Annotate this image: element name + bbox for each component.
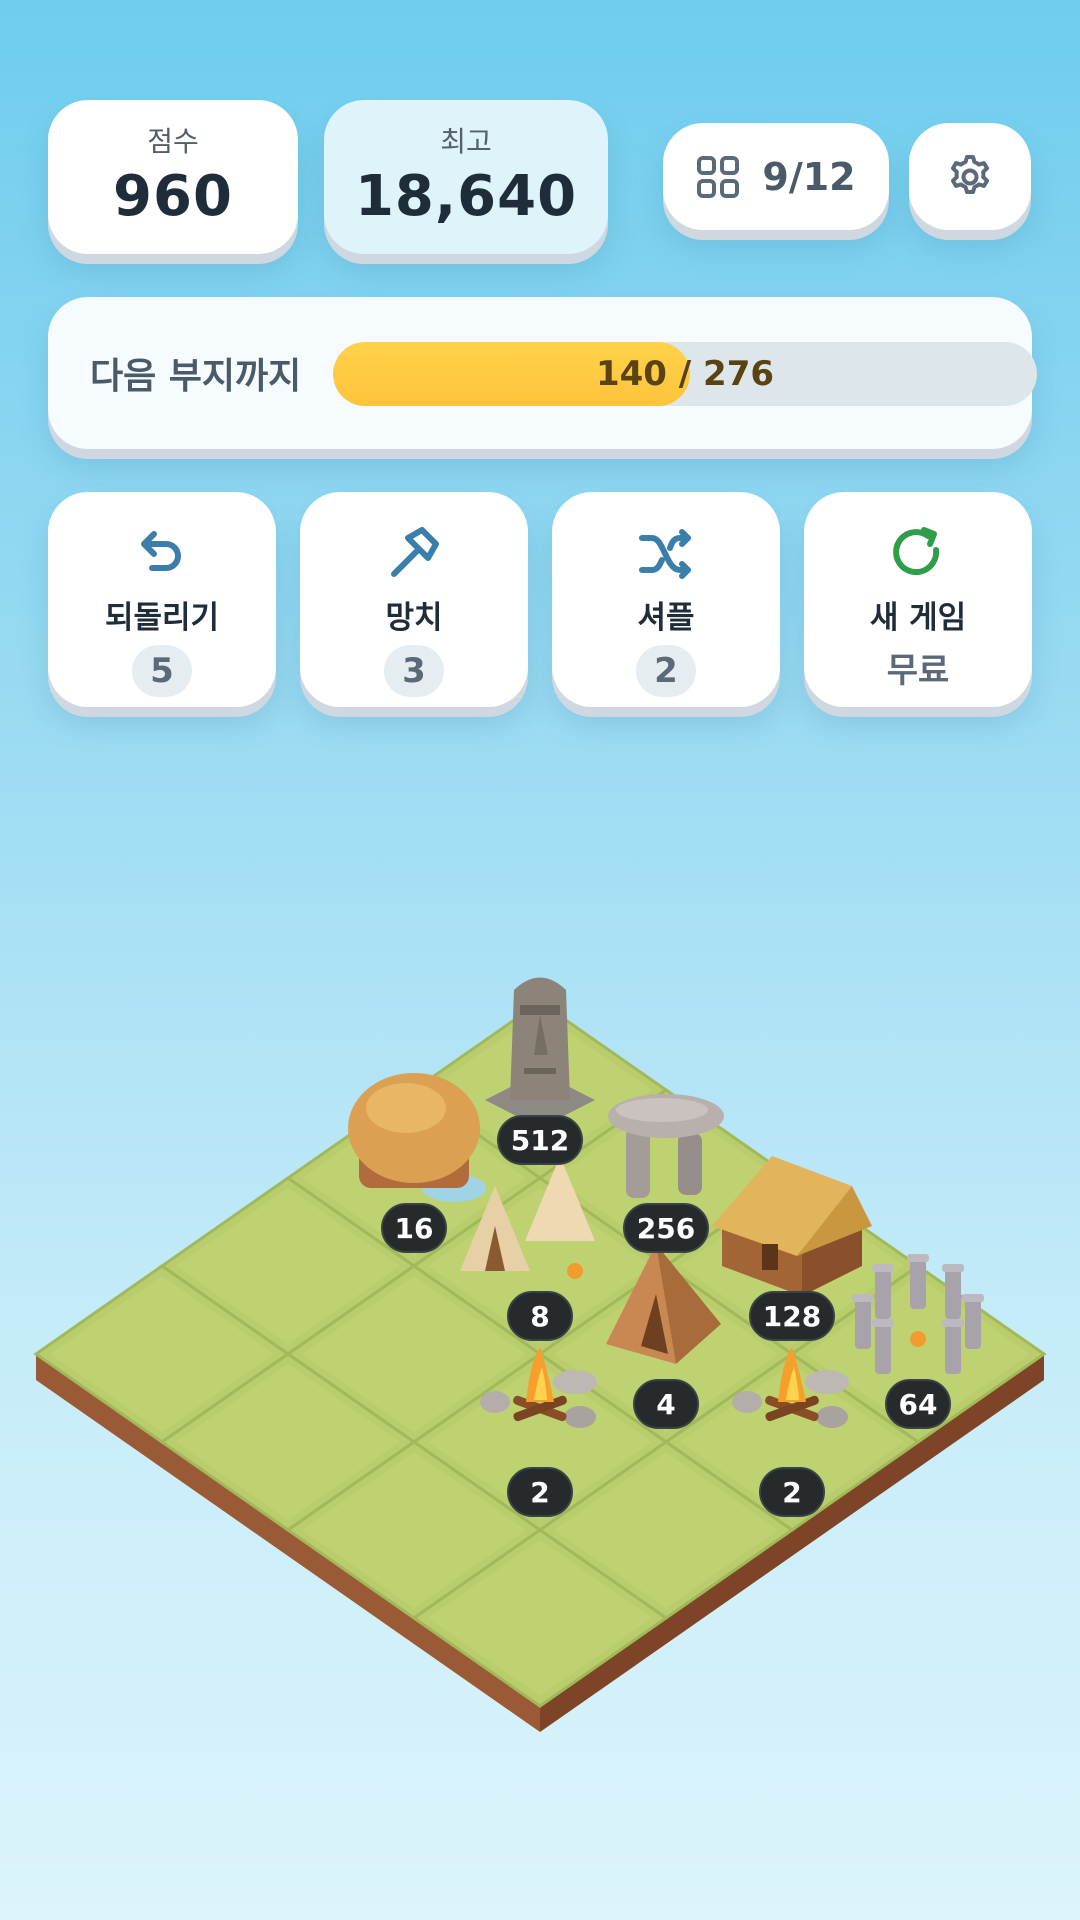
hammer-icon: [391, 527, 439, 577]
tile-value: 128: [763, 1300, 821, 1333]
score-card: 점수 960: [48, 100, 298, 254]
tile-value: 256: [637, 1212, 695, 1245]
undo-button[interactable]: 되돌리기 5: [48, 492, 276, 707]
tile-value: 512: [511, 1124, 569, 1157]
tile-value-badge: 16: [381, 1203, 447, 1253]
game-board[interactable]: 512 256 16 128 8 64 4 2 2: [0, 960, 1080, 1790]
grid-icon: [697, 155, 740, 198]
tile-value-badge: 8: [507, 1291, 573, 1341]
progress-bar: 140 / 276: [333, 342, 1037, 406]
progress-text: 140 / 276: [595, 354, 775, 394]
best-score-card: 최고 18,640: [324, 100, 608, 254]
level-button[interactable]: 9/12: [663, 123, 889, 230]
best-score-value: 18,640: [354, 164, 578, 229]
progress-label: 다음 부지까지: [90, 356, 302, 397]
tile-value-badge: 256: [623, 1203, 709, 1253]
settings-button[interactable]: [909, 123, 1031, 230]
tile-value: 2: [782, 1476, 801, 1509]
shuffle-count: 2: [636, 645, 696, 697]
undo-count: 5: [132, 645, 192, 697]
new-game-button[interactable]: 새 게임 무료: [804, 492, 1032, 707]
tile-value-badge: 4: [633, 1379, 699, 1429]
score-label: 점수: [147, 125, 199, 158]
tile-value-badge: 512: [497, 1115, 583, 1165]
score-value: 960: [113, 164, 233, 229]
gear-icon: [951, 154, 989, 194]
shuffle-button[interactable]: 셔플 2: [552, 492, 780, 707]
tile-value-badge: 2: [507, 1467, 573, 1517]
shuffle-label: 셔플: [637, 600, 695, 636]
tile-value: 16: [395, 1212, 434, 1245]
tile-value: 4: [656, 1388, 675, 1421]
restart-icon: [893, 527, 940, 576]
shuffle-icon: [639, 529, 691, 579]
tile-value: 2: [530, 1476, 549, 1509]
hammer-label: 망치: [385, 600, 443, 636]
tile-value-badge: 128: [749, 1291, 835, 1341]
hammer-button[interactable]: 망치 3: [300, 492, 528, 707]
undo-icon: [141, 531, 181, 571]
hammer-count: 3: [384, 645, 444, 697]
new-game-label: 새 게임: [869, 600, 967, 636]
level-text: 9/12: [762, 154, 856, 199]
tile-value: 8: [530, 1300, 549, 1333]
progress-card: 다음 부지까지 140 / 276: [48, 297, 1037, 449]
new-game-cost: 무료: [886, 651, 950, 691]
tile-value-badge: 2: [759, 1467, 825, 1517]
undo-label: 되돌리기: [104, 600, 220, 636]
tile-value-badge: 64: [885, 1379, 951, 1429]
best-score-label: 최고: [440, 125, 492, 158]
tile-value: 64: [899, 1388, 938, 1421]
